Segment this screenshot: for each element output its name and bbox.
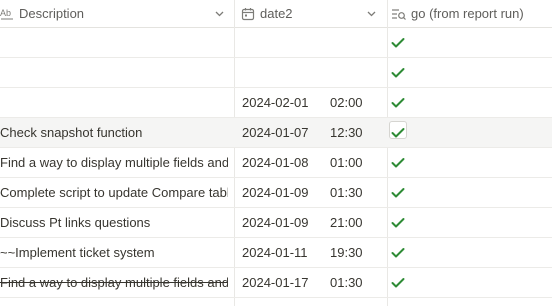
cell-date[interactable] bbox=[242, 28, 322, 57]
table-row[interactable]: Find a way to display multiple fields an… bbox=[0, 268, 552, 298]
calendar-icon bbox=[241, 7, 255, 20]
table-row[interactable]: Discuss Pt links questions 2024-01-09 21:0… bbox=[0, 208, 552, 238]
table-row[interactable]: Find a way to display multiple fields an… bbox=[0, 148, 552, 178]
cell-time[interactable]: 02:00 bbox=[330, 88, 380, 117]
svg-text:Ab: Ab bbox=[0, 8, 11, 18]
chevron-down-icon[interactable] bbox=[214, 8, 225, 19]
database-table: Ab Description date2 go (from report run… bbox=[0, 0, 552, 306]
cell-date[interactable]: 2024-01-09 bbox=[242, 208, 322, 237]
column-header-date[interactable]: date2 bbox=[239, 0, 387, 27]
cell-date[interactable]: 2024-01-08 bbox=[242, 148, 322, 177]
cell-time[interactable]: 01:30 bbox=[330, 268, 380, 297]
table-row[interactable]: 2024-02-01 02:00 bbox=[0, 88, 552, 118]
chevron-down-icon[interactable] bbox=[366, 8, 377, 19]
cell-date[interactable]: 2024-01-07 bbox=[242, 118, 322, 147]
cell-description[interactable] bbox=[0, 88, 228, 117]
cell-time[interactable]: 19:30 bbox=[330, 238, 380, 267]
table-row[interactable] bbox=[0, 58, 552, 88]
column-header-description[interactable]: Ab Description bbox=[0, 0, 234, 27]
cell-date[interactable]: 2024-01-09 bbox=[242, 178, 322, 207]
checkmark-icon[interactable] bbox=[389, 268, 409, 297]
cell-description[interactable]: Check snapshot function bbox=[0, 118, 228, 147]
cell-date[interactable]: 2024-01-17 bbox=[242, 268, 322, 297]
cell-time[interactable]: 21:00 bbox=[330, 208, 380, 237]
table-row[interactable]: Complete script to update Compare tabl..… bbox=[0, 178, 552, 208]
cell-description[interactable] bbox=[0, 28, 228, 57]
rollup-icon bbox=[392, 8, 406, 20]
text-type-icon: Ab bbox=[0, 8, 13, 19]
checkmark-icon[interactable] bbox=[389, 208, 409, 237]
cell-time[interactable]: 01:00 bbox=[330, 148, 380, 177]
cell-time[interactable] bbox=[330, 58, 380, 87]
cell-description[interactable]: Find a way to display multiple fields an… bbox=[0, 268, 228, 297]
cell-date[interactable]: 2024-01-11 bbox=[242, 238, 322, 267]
checkmark-icon[interactable] bbox=[389, 88, 409, 117]
column-header-go[interactable]: go (from report run) bbox=[389, 0, 552, 27]
table-header: Ab Description date2 go (from report run… bbox=[0, 0, 552, 28]
cell-description[interactable]: ~~Implement ticket system bbox=[0, 238, 228, 267]
table-row[interactable]: ~~Implement ticket system 2024-01-11 19:30 bbox=[0, 238, 552, 268]
table-row[interactable] bbox=[0, 28, 552, 58]
cell-time[interactable] bbox=[330, 28, 380, 57]
table-row[interactable]: Check snapshot function 2024-01-07 12:30 bbox=[0, 118, 552, 148]
cell-description[interactable]: Find a way to display multiple fields an… bbox=[0, 148, 228, 177]
cell-description[interactable] bbox=[0, 58, 228, 87]
column-label-go: go (from report run) bbox=[411, 6, 524, 21]
checkmark-icon[interactable] bbox=[389, 58, 409, 87]
cell-time[interactable]: 12:30 bbox=[330, 118, 380, 147]
checkmark-icon[interactable] bbox=[389, 238, 409, 267]
column-label-date: date2 bbox=[260, 6, 293, 21]
cell-date[interactable]: 2024-02-01 bbox=[242, 88, 322, 117]
cell-date[interactable] bbox=[242, 58, 322, 87]
cell-time[interactable]: 01:30 bbox=[330, 178, 380, 207]
column-label-description: Description bbox=[19, 6, 85, 21]
checkmark-icon[interactable] bbox=[389, 148, 409, 177]
cell-description[interactable]: Complete script to update Compare tabl..… bbox=[0, 178, 228, 207]
checkmark-icon[interactable] bbox=[389, 118, 409, 147]
checkmark-icon[interactable] bbox=[389, 178, 409, 207]
cell-description[interactable]: Discuss Pt links questions bbox=[0, 208, 228, 237]
checkmark-icon[interactable] bbox=[389, 28, 409, 57]
